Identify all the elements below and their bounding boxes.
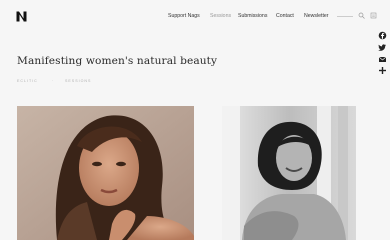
email-icon[interactable] [378, 55, 387, 64]
twitter-icon[interactable] [378, 43, 387, 52]
breadcrumb-section[interactable]: Sessions [65, 79, 91, 83]
nav-item-newsletter[interactable]: Newsletter [304, 13, 329, 19]
search-icon[interactable] [358, 12, 365, 19]
search-field-line[interactable] [337, 16, 353, 17]
nav-item-submissions[interactable]: Submissions [238, 13, 267, 19]
menu-icon[interactable] [370, 12, 377, 19]
site-logo[interactable] [16, 11, 27, 22]
nav-item-contact[interactable]: Contact [276, 13, 294, 19]
breadcrumb-separator: · [52, 79, 55, 83]
breadcrumb-category[interactable]: Eclitic [17, 79, 38, 83]
nav-item-support[interactable]: Support Nags [168, 13, 200, 19]
plus-icon[interactable] [378, 66, 387, 75]
nav-item-sessions[interactable]: Sessions [210, 13, 231, 19]
session-photo-1[interactable] [17, 106, 194, 240]
page-title: Manifesting women's natural beauty [17, 55, 218, 67]
session-photo-2[interactable] [222, 106, 356, 240]
facebook-icon[interactable] [378, 31, 387, 40]
